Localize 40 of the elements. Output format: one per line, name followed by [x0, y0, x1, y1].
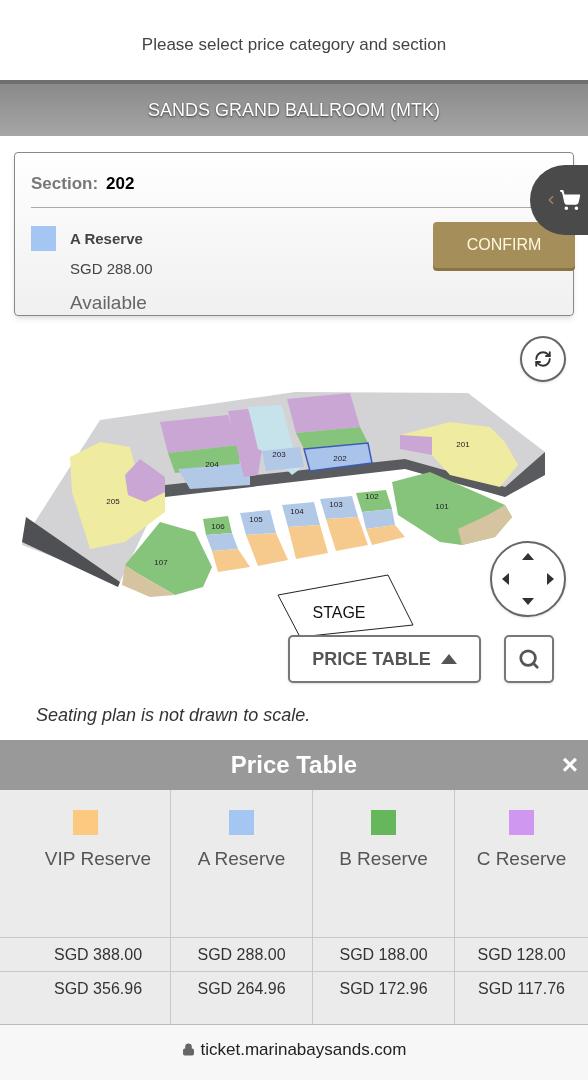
price-cell: SGD 288.00 [171, 937, 312, 971]
instruction-text: Please select price category and section [141, 34, 447, 57]
price-cell: SGD 264.96 [171, 971, 312, 1005]
caret-up-icon [440, 654, 457, 664]
availability-status: Available [70, 290, 148, 315]
section-value: 202 [106, 173, 135, 195]
price-table-title: Price Table [230, 750, 358, 780]
seating-section[interactable]: 204 [160, 415, 250, 489]
lock-icon [181, 1043, 195, 1056]
seating-section[interactable]: 107 [122, 522, 212, 597]
seating-section[interactable]: 101 [392, 472, 512, 545]
search-icon [518, 648, 540, 670]
price-cell: SGD 188.00 [313, 937, 454, 971]
price-cell: SGD 356.96 [0, 971, 170, 1005]
price-cell: SGD 388.00 [0, 937, 170, 971]
price-table-button[interactable]: PRICE TABLE [288, 635, 481, 683]
category-name: A Reserve [70, 228, 144, 249]
refresh-icon [534, 350, 552, 368]
search-button[interactable] [504, 635, 554, 683]
cart-icon [558, 189, 581, 211]
price-cell: SGD 117.76 [455, 971, 588, 1005]
category-name: A Reserve [197, 847, 286, 871]
category-name: B Reserve [339, 847, 428, 871]
price-cell: SGD 128.00 [455, 937, 588, 971]
seating-section[interactable]: 202 [287, 393, 373, 472]
section-label: Section: [31, 173, 99, 195]
seating-section[interactable]: 205 [70, 442, 165, 549]
seating-section[interactable]: 201 [400, 422, 518, 487]
stage-drawing: STAGE [277, 574, 414, 638]
scale-note: Seating plan is not drawn to scale. [36, 705, 311, 725]
price-cell: SGD 172.96 [313, 971, 454, 1005]
venue-banner: SANDS GRAND BALLROOM (MTK) [0, 80, 588, 136]
category-name: VIP Reserve [43, 847, 152, 871]
seating-section[interactable]: 102 [356, 490, 405, 545]
category-name: C Reserve [476, 847, 567, 871]
seating-section[interactable]: 106 [203, 516, 250, 572]
url-text: ticket.marinabaysands.com [200, 1038, 407, 1061]
category-price: SGD 288.00 [70, 259, 154, 279]
refresh-button[interactable] [520, 336, 566, 382]
pan-control[interactable] [490, 541, 566, 617]
